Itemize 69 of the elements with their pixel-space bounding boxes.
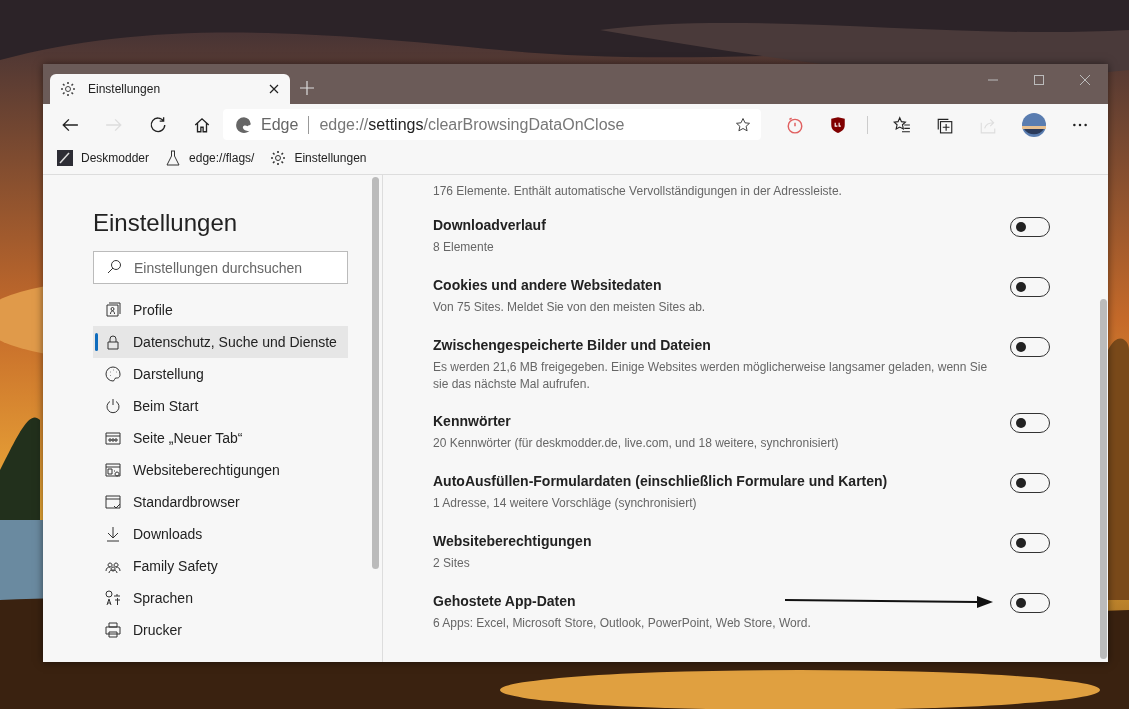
setting-description: Von 75 Sites. Meldet Sie von den meisten Sites ab. — [433, 299, 706, 316]
search-field[interactable]: Einstellungen durchsuchen — [93, 251, 348, 284]
sidebar-item[interactable]: Darstellung — [93, 358, 348, 390]
setting-description: Es werden 21,6 MB freigegeben. Einige Websites werden möglicherweise langsamer geladen, wenn Sie sie das nächste Mal aufrufen. — [433, 359, 989, 393]
setting-description: 2 Sites — [433, 555, 470, 572]
setting-description: 176 Elemente. Enthält automatische Vervollständigungen in der Adressleiste. — [433, 183, 842, 200]
palette-icon — [105, 366, 121, 382]
close-icon[interactable] — [268, 83, 280, 95]
scrollbar[interactable] — [372, 177, 379, 569]
site-icon — [57, 149, 73, 166]
browser-tab[interactable]: Einstellungen — [50, 74, 290, 104]
sidebar-item[interactable]: Seite „Neuer Tab“ — [93, 422, 348, 454]
toggle-switch[interactable] — [1010, 217, 1050, 237]
shield-icon[interactable] — [829, 115, 847, 134]
setting-description: 20 Kennwörter (für deskmodder.de, live.com, und 18 weitere, synchronisiert) — [433, 435, 839, 452]
setting-description: 6 Apps: Excel, Microsoft Store, Outlook, PowerPoint, Web Store, Word. — [433, 615, 811, 632]
setting-title: Websiteberechtigungen — [433, 532, 592, 551]
sidebar-item[interactable]: Downloads — [93, 518, 348, 550]
star-icon[interactable] — [735, 116, 751, 133]
favorites-icon[interactable] — [893, 115, 911, 134]
setting-title: Kennwörter — [433, 412, 511, 431]
flask-icon — [165, 149, 182, 166]
search-icon — [106, 259, 122, 275]
edge-logo-icon — [235, 115, 253, 134]
setting-title: Gehostete App-Daten — [433, 592, 576, 611]
sidebar-item[interactable]: Profile — [93, 294, 348, 326]
gear-icon — [60, 81, 76, 97]
address-bar[interactable]: Edge edge://settings/clearBrowsingDataOnClose — [223, 109, 761, 140]
download-icon — [105, 526, 121, 542]
brand-label: Edge — [261, 115, 299, 134]
toggle-switch[interactable] — [1010, 413, 1050, 433]
gear-icon — [270, 149, 287, 166]
lock-icon — [105, 334, 121, 350]
toggle-switch[interactable] — [1010, 533, 1050, 553]
home-icon[interactable] — [193, 115, 211, 134]
setting-title: Cookies und andere Websitedaten — [433, 276, 662, 295]
setting-description: 1 Adresse, 14 weitere Vorschläge (synchronisiert) — [433, 495, 697, 512]
sidebar-item[interactable]: Standardbrowser — [93, 486, 348, 518]
setting-title: Zwischengespeicherte Bilder und Dateien — [433, 336, 711, 355]
toggle-switch[interactable] — [1010, 337, 1050, 357]
new-tab-page-icon — [105, 430, 121, 446]
sidebar-item[interactable]: Websiteberechtigungen — [93, 454, 348, 486]
site-permissions-icon — [105, 462, 121, 478]
bookmark[interactable]: Einstellungen — [270, 149, 367, 166]
printer-icon — [105, 622, 121, 638]
sidebar-item[interactable]: Datenschutz, Suche und Dienste — [93, 326, 348, 358]
avatar-icon[interactable] — [1022, 112, 1046, 137]
toggle-switch[interactable] — [1010, 277, 1050, 297]
new-tab-icon[interactable] — [300, 81, 314, 95]
timer-icon[interactable] — [786, 115, 804, 134]
scrollbar[interactable] — [1100, 299, 1107, 659]
setting-title: AutoAusfüllen-Formulardaten (einschließlich Formulare und Karten) — [433, 472, 888, 491]
maximize-icon[interactable] — [1033, 74, 1045, 86]
sidebar-item[interactable]: Sprachen — [93, 582, 348, 614]
bookmark[interactable]: edge://flags/ — [165, 149, 255, 166]
bookmark[interactable]: Deskmodder — [57, 149, 150, 166]
sidebar-item[interactable]: Beim Start — [93, 390, 348, 422]
power-icon — [105, 398, 121, 414]
page-title: Einstellungen — [93, 209, 239, 238]
setting-description: 8 Elemente — [433, 239, 494, 256]
sidebar-item[interactable]: Family Safety — [93, 550, 348, 582]
setting-title: Downloadverlauf — [433, 216, 546, 235]
toggle-switch[interactable] — [1010, 473, 1050, 493]
profile-icon — [105, 302, 121, 318]
url-text: edge://settings/clearBrowsingDataOnClose — [319, 115, 625, 134]
sidebar-item[interactable]: Drucker — [93, 614, 348, 646]
toggle-switch[interactable] — [1010, 593, 1050, 613]
refresh-icon[interactable] — [149, 115, 167, 134]
browser-window-icon — [105, 494, 121, 510]
